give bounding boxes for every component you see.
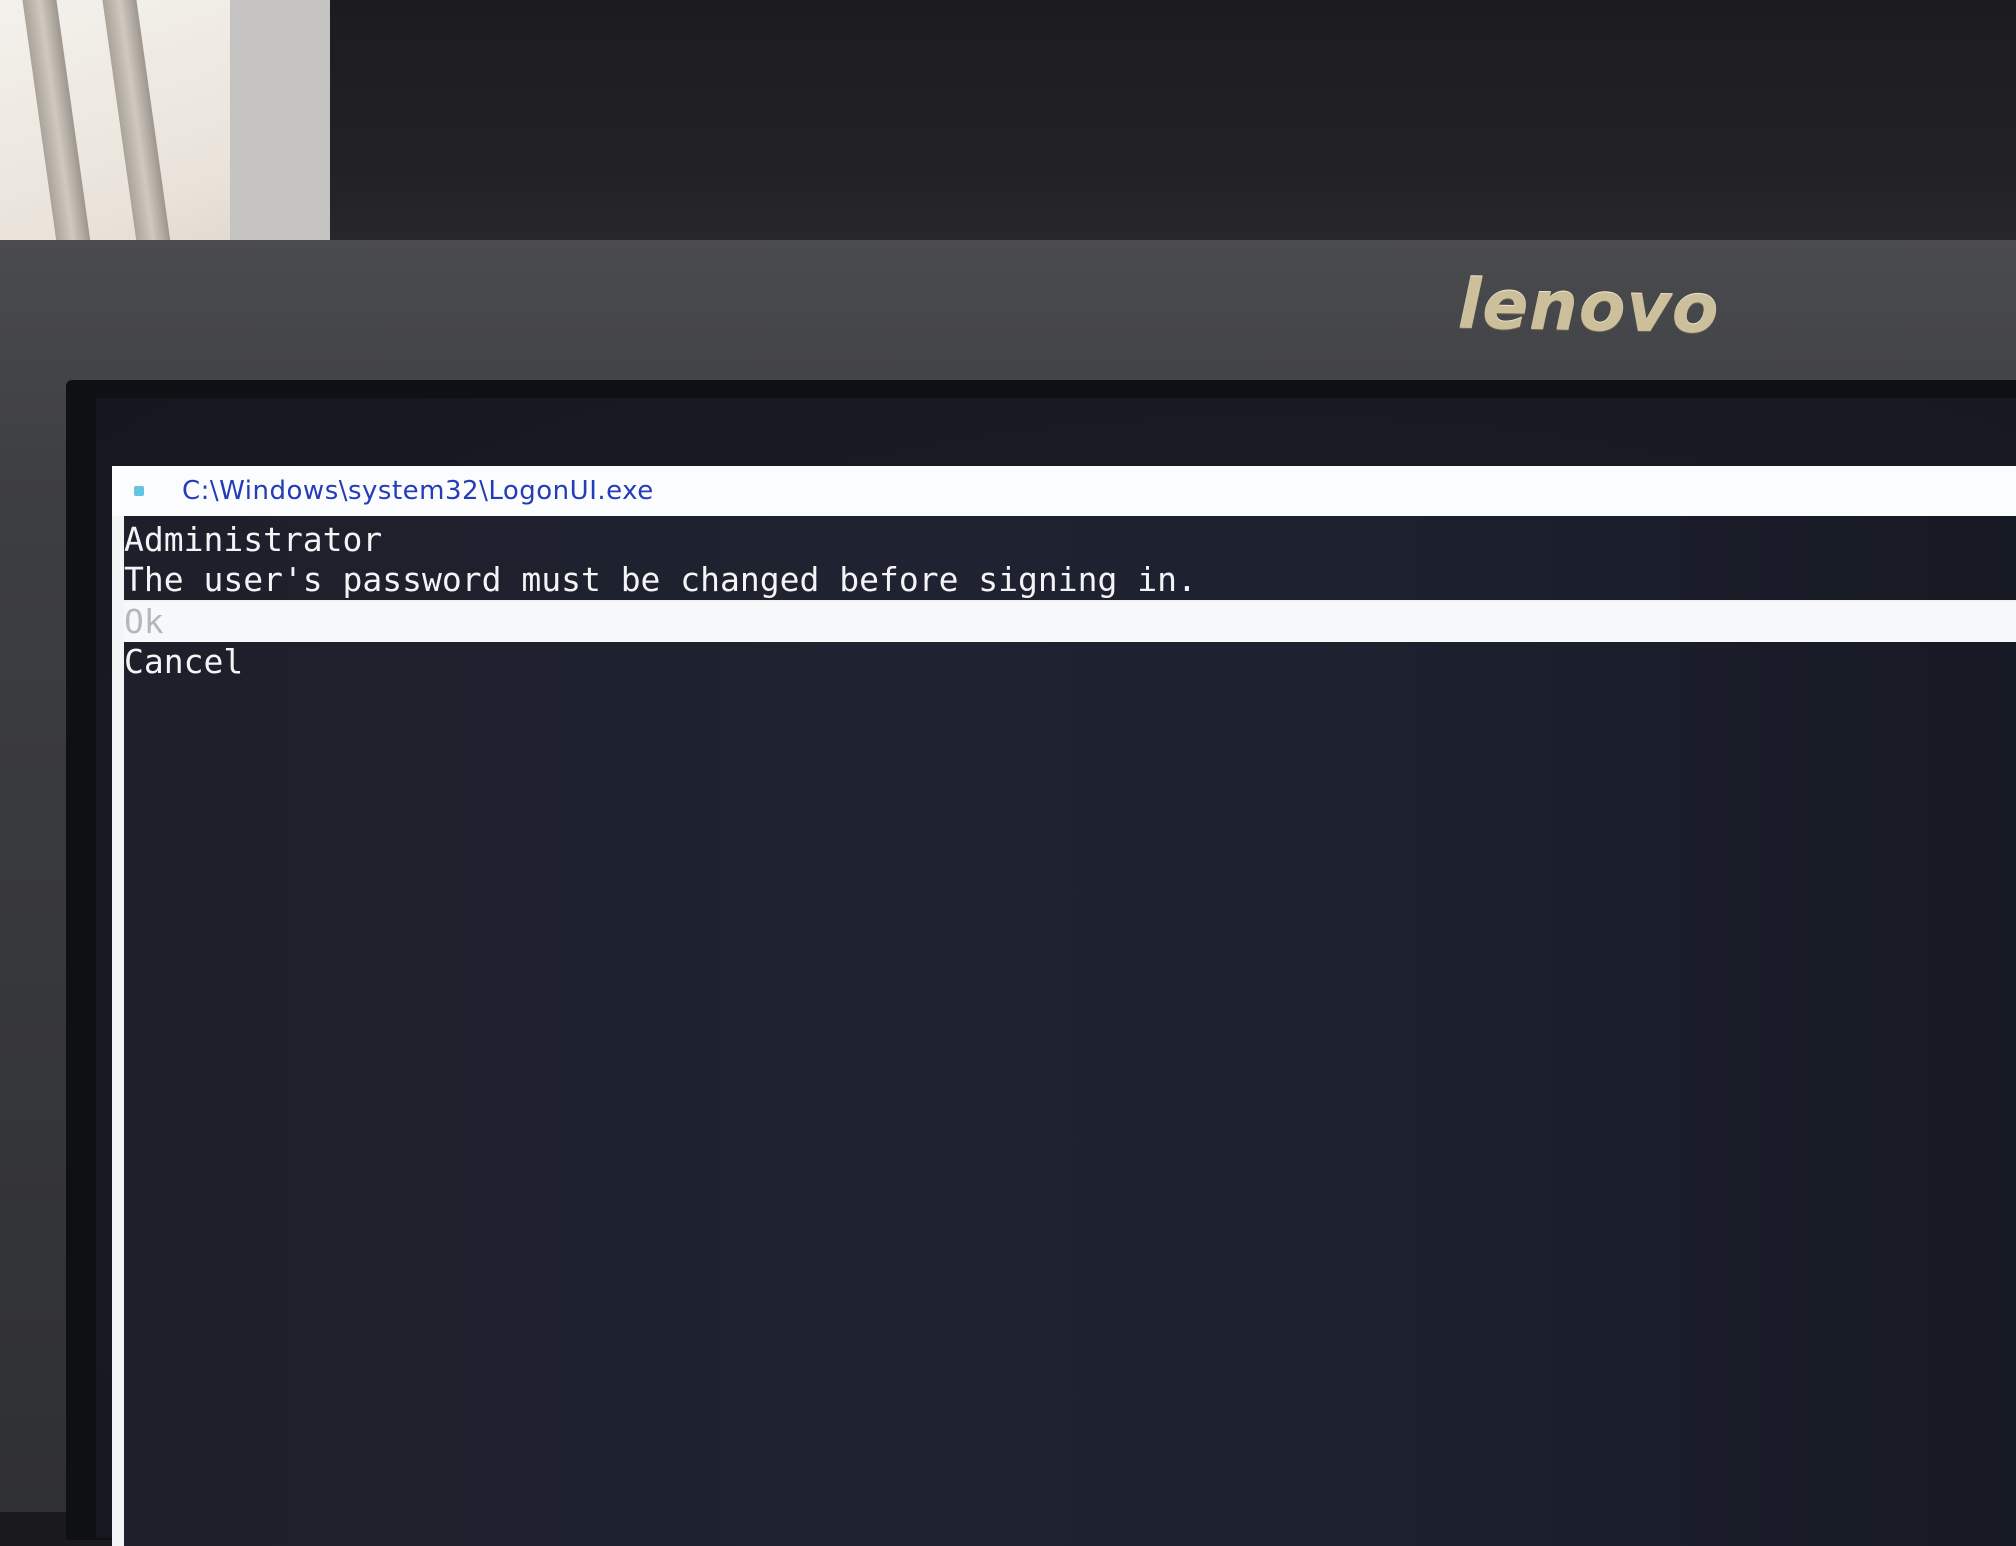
password-change-message: The user's password must be changed befo…	[124, 560, 2016, 602]
window-title: C:\Windows\system32\LogonUI.exe	[182, 476, 654, 506]
rear-monitor-screen	[330, 0, 2016, 268]
window-blind	[22, 0, 92, 250]
console-app-icon	[134, 486, 144, 496]
brand-logo: lenovo	[1457, 265, 1721, 350]
logon-dialog: Administrator The user's password must b…	[124, 520, 2016, 682]
console-titlebar[interactable]: C:\Windows\system32\LogonUI.exe	[112, 466, 2016, 516]
username-label: Administrator	[124, 520, 383, 559]
window-blind	[102, 0, 172, 250]
ok-option[interactable]: Ok	[124, 602, 2016, 642]
cancel-option[interactable]: Cancel	[124, 642, 2016, 682]
